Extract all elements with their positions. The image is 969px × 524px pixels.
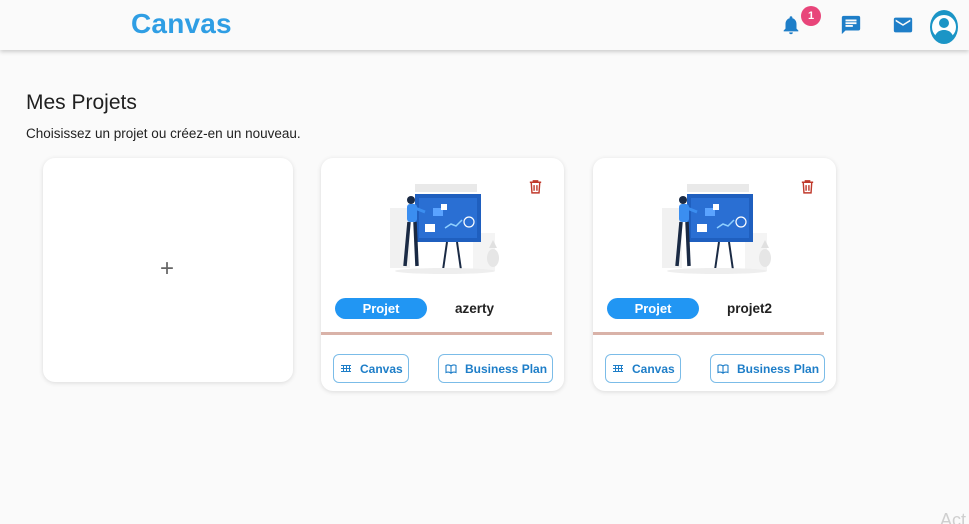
card-divider [593,332,824,335]
canvas-button-label: Canvas [632,361,675,376]
chat-icon[interactable] [840,14,862,36]
new-project-card[interactable]: + [43,158,293,382]
project-tag: Projet [335,298,427,319]
bell-icon[interactable] [780,14,802,36]
project-tag: Projet [607,298,699,319]
user-avatar-icon[interactable] [930,10,958,44]
activation-watermark: Act [940,510,967,524]
card-divider [321,332,552,335]
business-plan-button[interactable]: Business Plan [438,354,553,383]
business-plan-button-label: Business Plan [737,361,820,376]
canvas-button-label: Canvas [360,361,403,376]
grid-icon [613,364,623,372]
project-name: projet2 [727,301,773,316]
book-icon [717,363,729,374]
project-card[interactable]: Projet azerty Canvas Business Plan [321,158,564,391]
trash-icon[interactable] [527,177,544,196]
project-name: azerty [455,301,495,316]
book-icon [445,363,457,374]
plus-icon: + [160,255,175,282]
project-card[interactable]: Projet projet2 Canvas Business Plan [593,158,836,391]
page-subtitle: Choisissez un projet ou créez-en un nouv… [26,126,301,141]
business-plan-button[interactable]: Business Plan [710,354,825,383]
page-title: Mes Projets [26,91,137,114]
brand-logo[interactable]: Canvas [131,8,232,40]
mail-icon[interactable] [892,14,914,36]
notification-badge: 1 [801,6,821,26]
business-plan-button-label: Business Plan [465,361,548,376]
presentation-illustration [662,184,771,274]
canvas-button[interactable]: Canvas [333,354,409,383]
grid-icon [341,364,351,372]
canvas-button[interactable]: Canvas [605,354,681,383]
presentation-illustration [390,184,499,274]
trash-icon[interactable] [799,177,816,196]
top-bar: Canvas 1 [0,0,969,50]
